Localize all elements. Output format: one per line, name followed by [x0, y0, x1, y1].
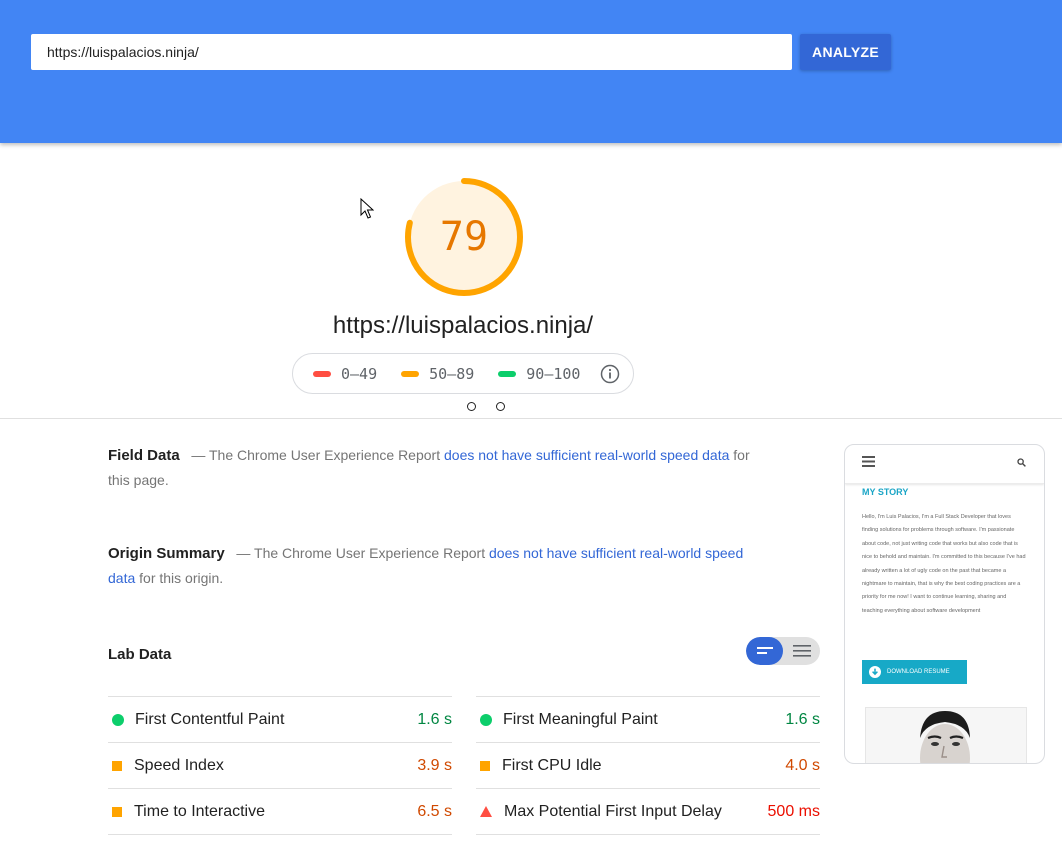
screenshot-download-button: DOWNLOAD RESUME: [862, 660, 967, 684]
legend-pass-swatch: [498, 370, 517, 377]
carousel-dot[interactable]: [467, 402, 476, 411]
search-icon: [1017, 458, 1026, 467]
average-indicator-icon: [112, 760, 122, 771]
legend-item-fail: 0–49: [313, 365, 377, 383]
field-data-title: Field Data: [108, 447, 180, 464]
profile-photo: [865, 707, 1027, 763]
metric-value: 6.5 s: [417, 802, 452, 820]
metrics-column-left: First Contentful Paint 1.6 s Speed Index…: [108, 696, 452, 835]
pass-indicator-icon: [112, 713, 124, 726]
metric-row: Time to Interactive 6.5 s: [108, 788, 452, 835]
field-data-link[interactable]: does not have sufficient real-world spee…: [444, 447, 729, 463]
metric-value: 3.9 s: [417, 756, 452, 774]
score-legend: 0–49 50–89 90–100: [292, 353, 634, 394]
screenshot-heading: MY STORY: [862, 487, 909, 497]
metrics-column-right: First Meaningful Paint 1.6 s First CPU I…: [476, 696, 820, 835]
field-data-dash: —: [191, 447, 206, 463]
fail-indicator-icon: [480, 806, 492, 817]
legend-fail-label: 0–49: [341, 364, 378, 383]
lab-data-title: Lab Data: [108, 646, 172, 663]
carousel-dot[interactable]: [496, 402, 505, 411]
download-icon: [869, 666, 881, 678]
legend-average-swatch: [401, 370, 420, 377]
screenshot-paragraph: Hello, I'm Luis Palacios, I'm a Full Sta…: [862, 514, 1026, 614]
screenshot-navbar: [845, 445, 1044, 484]
metric-label: Time to Interactive: [134, 802, 266, 820]
analyze-button[interactable]: ANALYZE: [800, 34, 891, 70]
average-indicator-icon: [112, 806, 122, 817]
metric-label: First Contentful Paint: [135, 710, 285, 728]
metric-label: First CPU Idle: [502, 756, 602, 774]
metric-value: 1.6 s: [785, 710, 820, 728]
screenshot-download-label: DOWNLOAD RESUME: [887, 669, 950, 675]
metric-row: First Meaningful Paint 1.6 s: [476, 696, 820, 742]
page-url: https://luispalacios.ninja/: [332, 312, 594, 339]
origin-summary-title: Origin Summary: [108, 545, 225, 562]
metric-label: Max Potential First Input Delay: [504, 802, 722, 820]
origin-summary-section: Origin Summary — The Chrome User Experie…: [108, 541, 758, 591]
compact-list-icon: [756, 647, 773, 654]
portrait-image: [920, 711, 970, 763]
pass-indicator-icon: [480, 713, 492, 726]
metric-row: Speed Index 3.9 s: [108, 742, 452, 788]
url-input[interactable]: [31, 34, 792, 70]
field-data-text: The Chrome User Experience Report: [209, 447, 441, 463]
metric-row: First Contentful Paint 1.6 s: [108, 696, 452, 742]
origin-summary-text-after: for this origin.: [139, 570, 224, 586]
carousel-dots: [467, 402, 505, 411]
info-icon[interactable]: [600, 364, 620, 384]
legend-average-label: 50–89: [429, 364, 475, 383]
legend-item-pass: 90–100: [498, 365, 580, 383]
metric-row: Max Potential First Input Delay 500 ms: [476, 788, 820, 835]
expanded-view-button[interactable]: [783, 637, 820, 665]
metric-row: First CPU Idle 4.0 s: [476, 742, 820, 788]
origin-summary-dash: —: [236, 545, 251, 561]
page-screenshot-preview: MY STORY Hello, I'm Luis Palacios, I'm a…: [844, 444, 1045, 764]
average-indicator-icon: [480, 760, 490, 771]
top-bar: ANALYZE: [0, 0, 1062, 143]
legend-pass-label: 90–100: [526, 364, 581, 383]
compact-view-button[interactable]: [746, 637, 783, 665]
metric-value: 4.0 s: [785, 756, 820, 774]
hamburger-menu-icon: [862, 456, 875, 467]
metric-label: First Meaningful Paint: [503, 710, 658, 728]
origin-summary-text: The Chrome User Experience Report: [254, 545, 486, 561]
field-data-section: Field Data — The Chrome User Experience …: [108, 443, 758, 493]
legend-fail-swatch: [313, 370, 331, 377]
metric-value: 500 ms: [767, 802, 820, 820]
divider: [0, 418, 1062, 419]
performance-score: 79: [439, 214, 489, 260]
mouse-cursor-icon: [360, 198, 374, 219]
metric-value: 1.6 s: [417, 710, 452, 728]
expanded-list-icon: [792, 645, 811, 657]
legend-item-average: 50–89: [401, 365, 474, 383]
metric-label: Speed Index: [134, 756, 224, 774]
metrics-view-toggle[interactable]: [746, 637, 820, 665]
